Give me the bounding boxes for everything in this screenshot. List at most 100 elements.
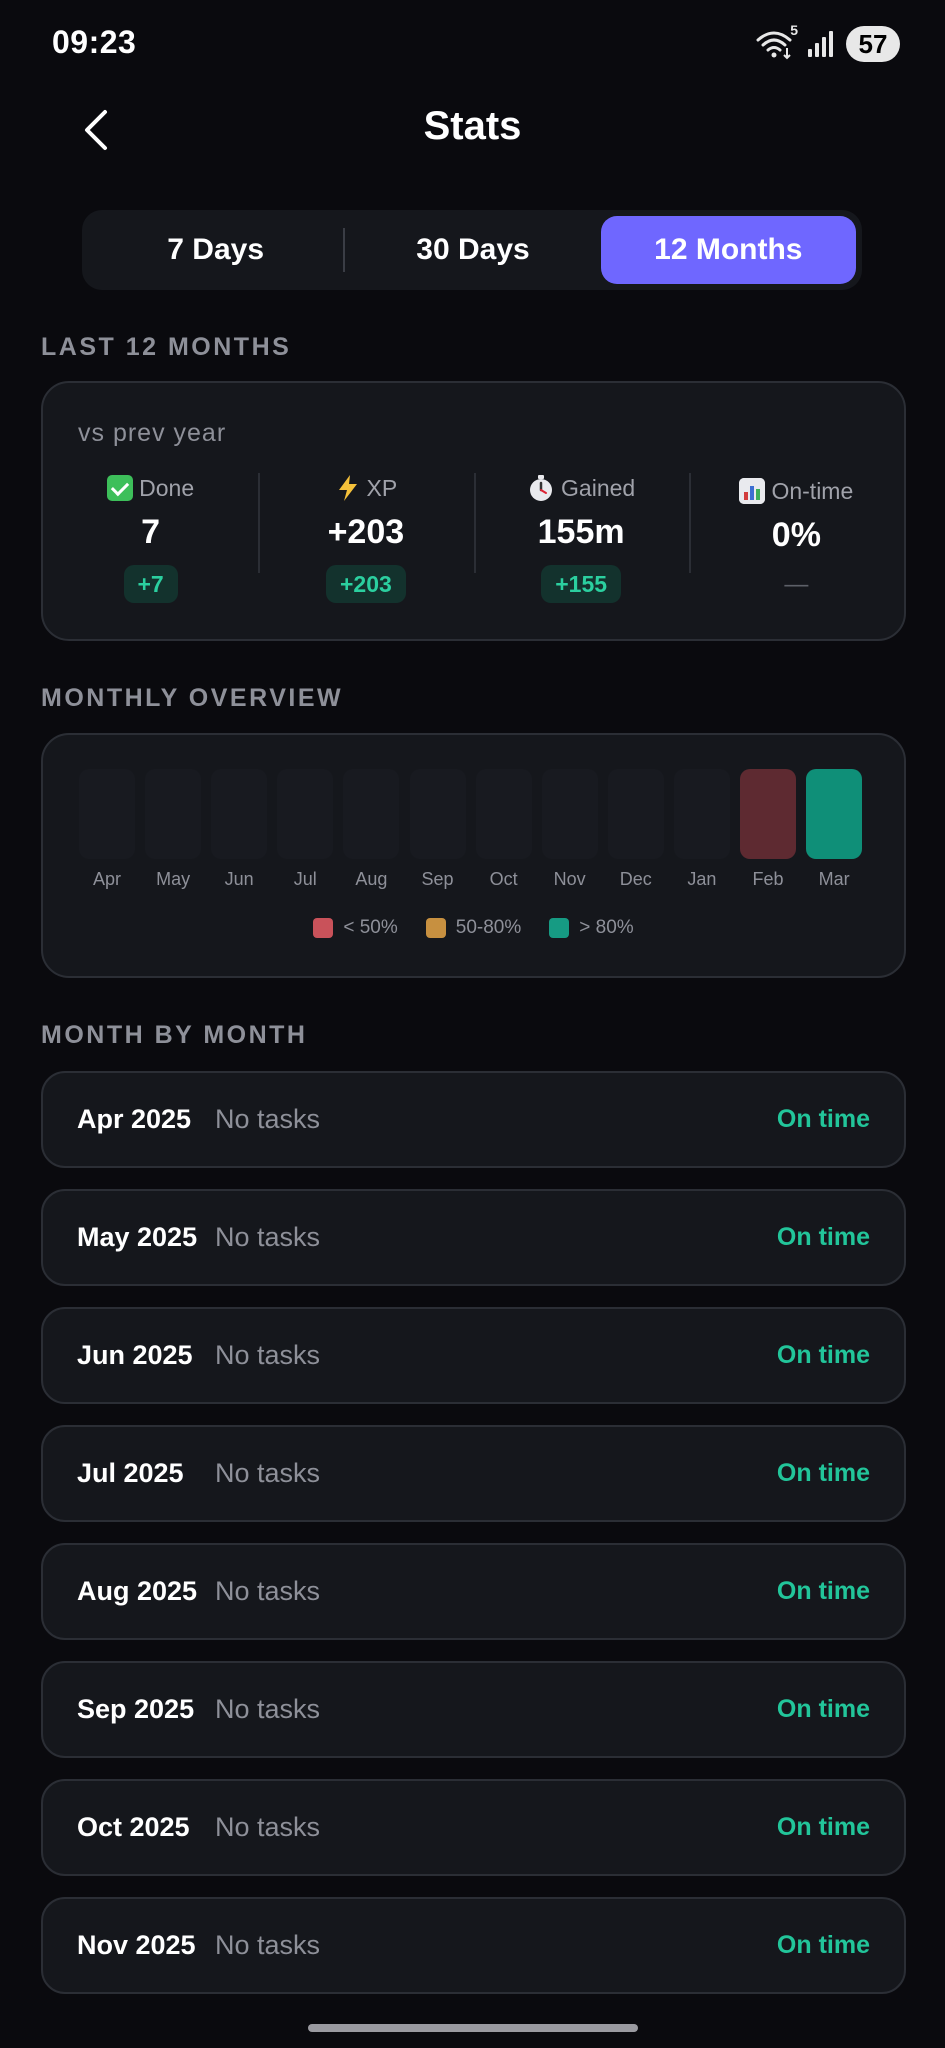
row-tasks-text: No tasks bbox=[215, 1694, 321, 1724]
tab-7-days[interactable]: 7 Days bbox=[88, 216, 343, 284]
month-bar-jan bbox=[673, 769, 730, 859]
row-month-label: Apr 2025 bbox=[77, 1104, 192, 1134]
home-indicator[interactable] bbox=[308, 2024, 638, 2032]
month-bar-feb bbox=[740, 769, 796, 859]
month-label: Dec bbox=[619, 869, 652, 889]
row-status-badge: On time bbox=[776, 1695, 870, 1723]
month-row[interactable]: Jun 2025 No tasks On time bbox=[41, 1307, 906, 1404]
legend-label: > 80% bbox=[579, 917, 634, 938]
stat-xp-header: XP bbox=[335, 473, 398, 503]
battery-indicator: 57 bbox=[846, 26, 900, 62]
delta-badge: +155 bbox=[541, 565, 622, 603]
row-status-badge: On time bbox=[776, 1341, 870, 1369]
legend: < 50% 50-80% > 80% bbox=[43, 917, 904, 939]
month-row[interactable]: Oct 2025 No tasks On time bbox=[41, 1779, 906, 1876]
month-bar-jul bbox=[277, 769, 334, 859]
month-label: Feb bbox=[752, 869, 784, 889]
month-bar-jun bbox=[211, 769, 268, 859]
row-month-label: Oct 2025 bbox=[77, 1812, 190, 1842]
month-bar-nov bbox=[541, 769, 598, 859]
month-bar-apr bbox=[79, 769, 135, 859]
legend-item-high: > 80% bbox=[549, 917, 634, 939]
month-label: Jan bbox=[687, 869, 717, 889]
stat-value: +203 bbox=[327, 513, 405, 552]
month-bar-mar bbox=[806, 769, 863, 859]
check-icon bbox=[107, 475, 134, 502]
row-tasks-text: No tasks bbox=[215, 1222, 321, 1252]
page-title: Stats bbox=[423, 104, 522, 148]
section-label-monthly-overview: MONTHLY OVERVIEW bbox=[41, 684, 344, 712]
row-month-label: Nov 2025 bbox=[77, 1930, 196, 1960]
month-row[interactable]: May 2025 No tasks On time bbox=[41, 1189, 906, 1286]
row-month-label: Sep 2025 bbox=[77, 1694, 195, 1724]
month-label: Aug bbox=[355, 869, 388, 889]
month-row[interactable]: Sep 2025 No tasks On time bbox=[41, 1661, 906, 1758]
row-status-badge: On time bbox=[776, 1105, 870, 1133]
month-label: Jul bbox=[293, 869, 317, 889]
stat-xp: XP +203 +203 bbox=[258, 473, 473, 603]
legend-swatch bbox=[313, 918, 334, 938]
month-row[interactable]: Apr 2025 No tasks On time bbox=[41, 1071, 906, 1168]
delta-badge: +7 bbox=[123, 565, 178, 603]
month-label: Nov bbox=[553, 869, 586, 889]
row-tasks-text: No tasks bbox=[215, 1340, 321, 1370]
row-tasks-text: No tasks bbox=[215, 1930, 321, 1960]
month-label: Jun bbox=[224, 869, 254, 889]
stat-label: Done bbox=[139, 474, 195, 501]
stat-value: 7 bbox=[141, 513, 161, 552]
month-row[interactable]: Nov 2025 No tasks On time bbox=[41, 1897, 906, 1994]
signal-icon bbox=[806, 29, 836, 59]
row-tasks-text: No tasks bbox=[215, 1576, 321, 1606]
section-label-last-12-months: LAST 12 MONTHS bbox=[41, 333, 292, 361]
legend-item-mid: 50-80% bbox=[425, 917, 522, 939]
month-label: Oct bbox=[489, 869, 518, 889]
stat-value: 155m bbox=[537, 513, 625, 552]
monthly-bars bbox=[79, 769, 868, 859]
month-label: Apr bbox=[92, 869, 121, 889]
legend-swatch bbox=[425, 918, 446, 938]
month-row[interactable]: Jul 2025 No tasks On time bbox=[41, 1425, 906, 1522]
month-label: Sep bbox=[421, 869, 454, 889]
bar-chart-icon bbox=[739, 478, 766, 505]
month-label: Mar bbox=[818, 869, 850, 889]
month-label: May bbox=[156, 869, 191, 889]
row-tasks-text: No tasks bbox=[215, 1812, 321, 1842]
compare-label: vs prev year bbox=[78, 419, 227, 447]
legend-swatch bbox=[549, 918, 570, 938]
row-status-badge: On time bbox=[776, 1577, 870, 1605]
wifi-badge: 5 bbox=[790, 22, 798, 38]
wifi-icon: 5 bbox=[756, 22, 798, 60]
status-icons: 5 57 bbox=[756, 22, 900, 64]
section-label-month-by-month: MONTH BY MONTH bbox=[41, 1021, 308, 1049]
stat-value: 0% bbox=[771, 515, 821, 554]
month-bar-oct bbox=[475, 769, 532, 859]
month-row[interactable]: Aug 2025 No tasks On time bbox=[41, 1543, 906, 1640]
status-time: 09:23 bbox=[52, 24, 137, 60]
stats-screen: 09:23 5 57 Stats 7 Days 30 Days 12 Month… bbox=[0, 0, 945, 2048]
stats-row: Done 7 +7 XP +203 +203 Gained 155m +155 … bbox=[43, 473, 904, 603]
legend-label: 50-80% bbox=[455, 917, 522, 938]
stat-label: Gained bbox=[561, 474, 636, 501]
row-tasks-text: No tasks bbox=[215, 1458, 321, 1488]
delta-badge: +203 bbox=[325, 565, 406, 603]
row-status-badge: On time bbox=[776, 1813, 870, 1841]
stat-on-time-header: On-time bbox=[739, 477, 853, 506]
row-status-badge: On time bbox=[776, 1459, 870, 1487]
stopwatch-icon bbox=[530, 475, 553, 502]
delta-empty: — bbox=[784, 570, 809, 598]
stat-gained: Gained 155m +155 bbox=[473, 473, 689, 603]
status-bar: 09:23 5 57 bbox=[0, 0, 945, 90]
row-month-label: May 2025 bbox=[77, 1222, 198, 1252]
stat-done: Done 7 +7 bbox=[43, 473, 258, 603]
legend-item-low: < 50% bbox=[313, 917, 398, 939]
stat-on-time: On-time 0% — bbox=[688, 473, 904, 603]
row-month-label: Aug 2025 bbox=[77, 1576, 198, 1606]
tab-12-months[interactable]: 12 Months bbox=[600, 216, 856, 284]
stat-gained-header: Gained bbox=[527, 473, 635, 503]
summary-card: vs prev year Done 7 +7 XP +203 +203 Gain… bbox=[41, 381, 906, 641]
period-segmented-control: 7 Days 30 Days 12 Months bbox=[82, 210, 862, 290]
tab-30-days[interactable]: 30 Days bbox=[345, 216, 600, 284]
stat-label: XP bbox=[366, 474, 398, 501]
monthly-overview-card: Apr May Jun Jul Aug Sep Oct Nov Dec Jan Feb Mar < 5… bbox=[41, 733, 906, 978]
month-bar-aug bbox=[343, 769, 400, 859]
